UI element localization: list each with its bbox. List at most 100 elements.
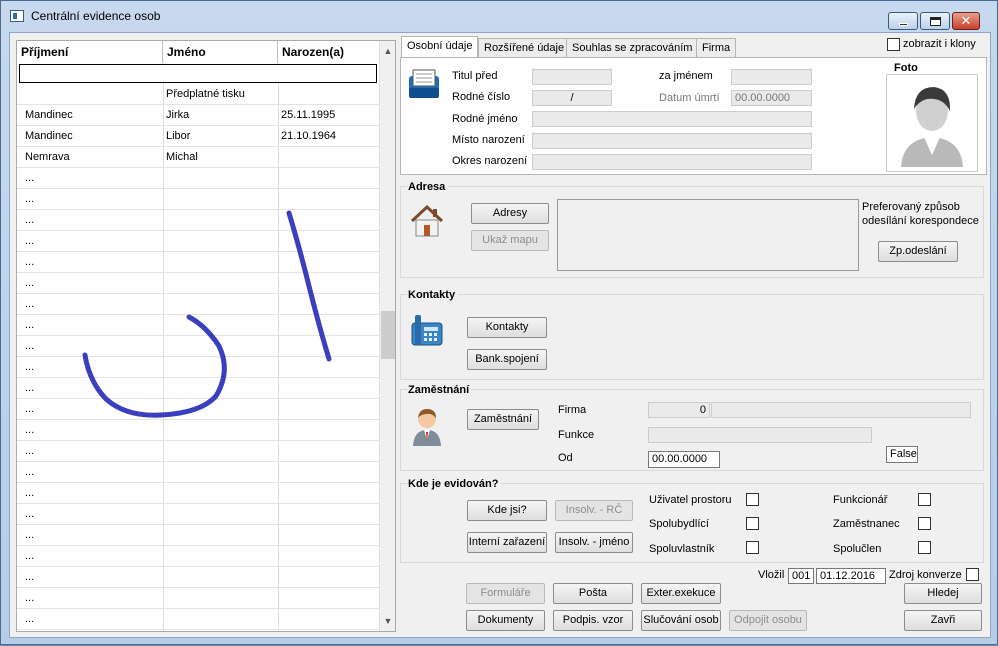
close-button[interactable]: ✕ [952,12,980,30]
tab-osobni-udaje[interactable]: Osobní údaje [401,36,479,57]
slucovani-osob-button[interactable]: Slučování osob [641,610,721,631]
table-row[interactable]: ... [17,189,379,210]
maximize-button[interactable] [920,12,950,30]
scroll-up-icon[interactable]: ▲ [380,43,395,59]
filter-input[interactable] [19,64,377,83]
tab-rozsirene-udaje[interactable]: Rozšířené údaje [478,38,571,57]
foto-label: Foto [894,62,918,74]
label-funkce: Funkce [558,429,595,441]
zp-odeslani-button[interactable]: Zp.odeslání [878,241,958,262]
zamestnani-button[interactable]: Zaměstnání [467,409,539,430]
phone-icon [411,315,443,346]
table-row[interactable]: ... [17,294,379,315]
cell-jmeno: Michal [166,151,198,163]
table-row[interactable]: Mandinec Libor 21.10.1964 [17,126,379,147]
odpojit-osobu-button[interactable]: Odpojit osobu [729,610,807,631]
kontakty-button[interactable]: Kontakty [467,317,547,338]
table-row[interactable]: Mandinec Jirka 25.11.1995 [17,105,379,126]
cell-jmeno [163,588,278,609]
bank-spojeni-button[interactable]: Bank.spojení [467,349,547,370]
okres-narozeni-field[interactable] [532,154,812,170]
minimize-button[interactable] [888,12,918,30]
cell-prijmeni: ... [25,592,35,604]
firma-name-field[interactable] [711,402,971,418]
podpis-vzor-button[interactable]: Podpis. vzor [553,610,633,631]
column-header-narozen[interactable]: Narozen(a) [278,41,348,63]
misto-narozeni-field[interactable] [532,133,812,149]
table-row[interactable]: ... [17,399,379,420]
table-row[interactable]: ... [17,609,379,630]
rodne-cislo-field[interactable]: / [532,90,612,106]
table-row[interactable]: ... [17,273,379,294]
exter-exekuce-button[interactable]: Exter.exekuce [641,583,721,604]
clones-checkbox[interactable] [887,38,900,51]
table-row[interactable]: ... [17,420,379,441]
cell-narozen [278,525,378,546]
datum-umrti-field[interactable]: 00.00.0000 [731,90,812,106]
table-row[interactable]: ... [17,546,379,567]
table-row[interactable]: ... [17,336,379,357]
table-row[interactable]: ... [17,168,379,189]
table-row[interactable]: ... [17,588,379,609]
table-row[interactable]: ... [17,567,379,588]
uzivatel-checkbox[interactable] [746,493,759,506]
scroll-thumb[interactable] [381,311,395,359]
cell-prijmeni: ... [25,277,35,289]
column-header-prijmeni[interactable]: Příjmení [17,41,163,63]
table-row[interactable]: ... [17,441,379,462]
table-row[interactable]: ... [17,525,379,546]
table-row[interactable]: ... [17,357,379,378]
tab-souhlas[interactable]: Souhlas se zpracováním [566,38,699,57]
firma-id-field[interactable]: 0 [648,402,710,418]
table-row[interactable]: ... [17,504,379,525]
spoluvlastnik-checkbox[interactable] [746,541,759,554]
table-row[interactable]: ... [17,315,379,336]
table-row[interactable]: Předplatné tisku [17,84,379,105]
table-row[interactable]: ... [17,378,379,399]
title-bar[interactable]: Centrální evidence osob ✕ [1,1,997,31]
cell-prijmeni: ... [25,361,35,373]
cell-jmeno [163,462,278,483]
spolubydlici-checkbox[interactable] [746,517,759,530]
cell-prijmeni: ... [25,466,35,478]
table-row[interactable]: ... [17,483,379,504]
tab-firma[interactable]: Firma [696,38,737,57]
cell-narozen [278,483,378,504]
table-row[interactable]: ... [17,231,379,252]
adresy-button[interactable]: Adresy [471,203,549,224]
window-title: Centrální evidence osob [31,9,161,23]
cell-narozen [278,168,378,189]
cell-prijmeni: ... [25,193,35,205]
funkce-field[interactable] [648,427,872,443]
posta-button[interactable]: Pošta [553,583,633,604]
titul-za-field[interactable] [731,69,812,85]
hledej-button[interactable]: Hledej [904,583,982,604]
rodne-jmeno-field[interactable] [532,111,812,127]
formulare-button[interactable]: Formuláře [466,583,545,604]
table-row[interactable]: Nemrava Michal [17,147,379,168]
zamestnanec-checkbox[interactable] [918,517,931,530]
photo-frame[interactable] [886,74,978,172]
table-row[interactable]: ... [17,210,379,231]
insolv-rc-button[interactable]: Insolv. - RČ [555,500,633,521]
clones-label: zobrazit i klony [903,38,976,50]
titul-pred-field[interactable] [532,69,612,85]
ukaz-mapu-button[interactable]: Ukaž mapu [471,230,549,251]
column-header-jmeno[interactable]: Jméno [163,41,278,63]
spoluclen-checkbox[interactable] [918,541,931,554]
table-row[interactable]: ... [17,462,379,483]
zdroj-konverze-checkbox[interactable] [966,568,979,581]
zavri-button[interactable]: Zavři [904,610,982,631]
cell-narozen [278,252,378,273]
scroll-down-icon[interactable]: ▼ [380,613,395,629]
kde-jsi-button[interactable]: Kde jsi? [467,500,547,521]
od-date-field[interactable]: 00.00.0000 [648,451,720,468]
client-area: Příjmení Jméno Narozen(a) Předplatné tis… [9,32,991,638]
table-row[interactable]: ... [17,252,379,273]
address-display[interactable] [557,199,859,271]
insolv-jmeno-button[interactable]: Insolv. - jméno [555,532,633,553]
dokumenty-button[interactable]: Dokumenty [466,610,545,631]
interni-zarazeni-button[interactable]: Interní zařazení [467,532,547,553]
funkcionar-checkbox[interactable] [918,493,931,506]
vertical-scrollbar[interactable]: ▲ ▼ [379,41,395,631]
